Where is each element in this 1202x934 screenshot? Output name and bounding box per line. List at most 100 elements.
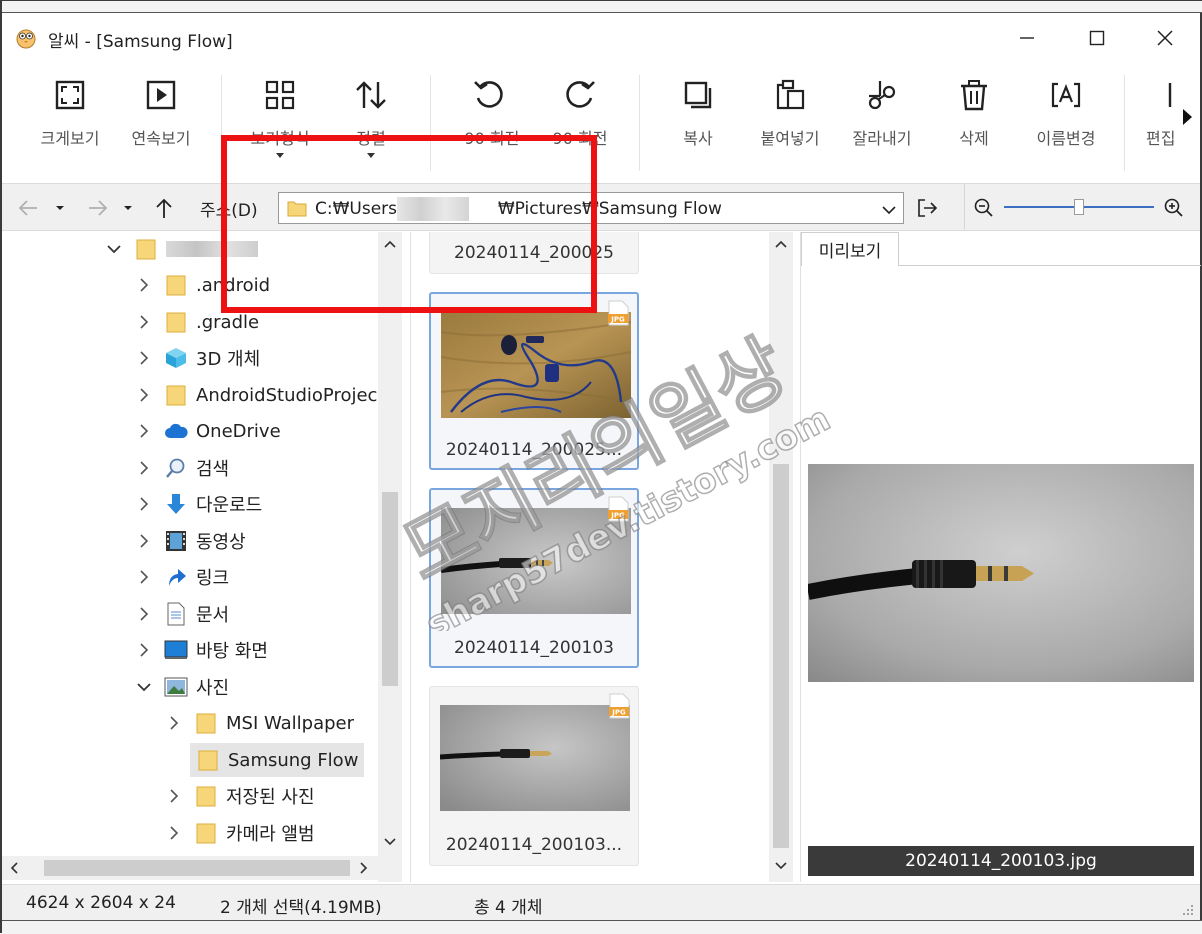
tree-vertical-scroll-thumb[interactable]	[382, 492, 398, 686]
video-icon	[164, 529, 188, 553]
delete-button[interactable]: 삭제	[936, 77, 1012, 177]
preview-image-audio-jack	[808, 464, 1194, 682]
tree-item[interactable]: 사진	[136, 670, 229, 704]
chevron-right-icon[interactable]	[136, 569, 152, 585]
jpg-badge-icon: JPG	[607, 300, 629, 326]
maximize-button[interactable]	[1062, 15, 1132, 61]
tree-item-label: AndroidStudioProjects	[196, 384, 394, 406]
desktop-bottom-strip	[2, 920, 1202, 934]
resize-grip-icon[interactable]	[1182, 904, 1194, 916]
folder-icon	[194, 784, 218, 808]
addressbar-separator	[964, 184, 965, 230]
cut-button[interactable]: 잘라내기	[842, 77, 922, 177]
tree-item[interactable]: 검색	[136, 451, 229, 485]
tree-item[interactable]: OneDrive	[136, 414, 281, 448]
jpg-badge-icon: JPG	[607, 496, 629, 522]
copy-button[interactable]: 복사	[660, 77, 736, 177]
svg-text:JPG: JPG	[610, 316, 625, 324]
chevron-right-icon[interactable]	[136, 350, 152, 366]
chevron-right-icon[interactable]	[136, 533, 152, 549]
rotate-right-icon	[562, 77, 598, 113]
zoom-out-icon	[974, 198, 993, 217]
forward-button[interactable]	[82, 194, 114, 222]
chevron-right-icon[interactable]	[136, 314, 152, 330]
alsee-app-icon	[14, 25, 38, 49]
tree-item[interactable]: MSI Wallpaper	[166, 706, 354, 740]
zoom-in-button[interactable]	[1162, 194, 1186, 222]
chevron-right-icon[interactable]	[136, 423, 152, 439]
tree-item[interactable]: 바탕 화면	[136, 633, 268, 667]
back-button[interactable]	[12, 194, 44, 222]
scroll-up-icon[interactable]	[775, 240, 787, 248]
chevron-right-icon[interactable]	[136, 387, 152, 403]
fullscreen-button[interactable]: 크게보기	[32, 77, 108, 177]
svg-text:JPG: JPG	[611, 709, 626, 717]
scroll-down-icon[interactable]	[775, 862, 787, 870]
thumbnail-card[interactable]: JPG 20240114_200103...	[429, 686, 639, 866]
sort-icon	[353, 77, 389, 113]
folder-icon	[164, 383, 188, 407]
paste-button[interactable]: 붙여넣기	[748, 77, 832, 177]
chevron-right-icon[interactable]	[136, 642, 152, 658]
address-dropdown[interactable]	[881, 201, 897, 220]
copy-icon	[680, 77, 716, 113]
paste-icon	[772, 77, 808, 113]
close-button[interactable]	[1130, 15, 1200, 61]
chevron-right-icon[interactable]	[136, 277, 152, 293]
zoom-slider-thumb[interactable]	[1074, 199, 1084, 215]
desktop-icon	[164, 638, 188, 662]
up-folder-button[interactable]	[150, 194, 178, 222]
tree-item[interactable]: AndroidStudioProjects	[136, 378, 394, 412]
chevron-down-icon	[56, 206, 64, 210]
preview-tab[interactable]: 미리보기	[801, 232, 899, 266]
tree-item-label: 바탕 화면	[196, 641, 268, 662]
chevron-down-icon	[124, 206, 132, 210]
tree-item-label: MSI Wallpaper	[226, 712, 355, 734]
tree-item[interactable]: 문서	[136, 597, 229, 631]
chevron-right-icon[interactable]	[136, 460, 152, 476]
up-arrow-icon	[156, 198, 172, 218]
view-grid-icon	[262, 77, 298, 113]
scroll-down-icon[interactable]	[384, 838, 396, 846]
chevron-down-icon	[882, 206, 896, 215]
rename-button[interactable]: 이름변경	[1024, 77, 1108, 177]
tree-item[interactable]: 카메라 앨범	[166, 816, 315, 850]
tree-item[interactable]: 동영상	[136, 524, 246, 558]
back-arrow-icon	[18, 200, 37, 216]
thumbnail-vertical-scroll-thumb[interactable]	[773, 464, 789, 848]
chevron-right-icon[interactable]	[136, 606, 152, 622]
chevron-down-icon[interactable]	[136, 679, 152, 695]
thumbnail-card-selected[interactable]: JPG 20240114_200103	[429, 488, 639, 668]
chevron-right-icon[interactable]	[136, 496, 152, 512]
minimize-button[interactable]	[992, 15, 1062, 61]
tree-item[interactable]: 저장된 사진	[166, 779, 315, 813]
edit-button[interactable]: 편집	[1142, 77, 1178, 177]
forward-history-dropdown[interactable]	[118, 194, 138, 222]
toolbar-label: 삭제	[959, 129, 989, 148]
toolbar: 크게보기 연속보기 보기형식 정렬 -90 회전 90 회전 복사 붙여넣기 잘…	[2, 63, 1200, 181]
back-history-dropdown[interactable]	[50, 194, 70, 222]
go-button[interactable]	[912, 194, 942, 222]
tree-item[interactable]: 3D 개체	[136, 341, 260, 375]
folder-icon	[164, 310, 188, 334]
more-arrow-icon[interactable]	[1180, 107, 1194, 127]
tree-item[interactable]: 다운로드	[136, 487, 262, 521]
tree-item[interactable]: 링크	[136, 560, 229, 594]
link-icon	[164, 565, 188, 589]
chevron-down-icon[interactable]	[106, 241, 122, 257]
zoom-out-button[interactable]	[972, 194, 996, 222]
tree-horizontal-scroll-thumb[interactable]	[44, 860, 350, 876]
chevron-right-icon[interactable]	[166, 715, 182, 731]
thumbnail-card-selected[interactable]: JPG 20240114_200025...	[429, 292, 639, 470]
chevron-right-icon[interactable]	[166, 788, 182, 804]
slideshow-button[interactable]: 연속보기	[123, 77, 199, 177]
status-bar: 4624 x 2604 x 24 2 개체 선택(4.19MB) 총 4 개체	[2, 884, 1200, 920]
tree-item[interactable]: Samsung Flow	[190, 743, 365, 777]
scroll-right-icon[interactable]	[360, 862, 368, 874]
tree-item-label: 문서	[196, 605, 230, 626]
chevron-right-icon[interactable]	[166, 825, 182, 841]
preview-panel: 미리보기 20240114_200103.jpg	[800, 232, 1201, 882]
scroll-left-icon[interactable]	[10, 862, 18, 874]
tree-item-label: 다운로드	[196, 495, 263, 516]
thumbnail-image-earphones	[441, 312, 631, 418]
